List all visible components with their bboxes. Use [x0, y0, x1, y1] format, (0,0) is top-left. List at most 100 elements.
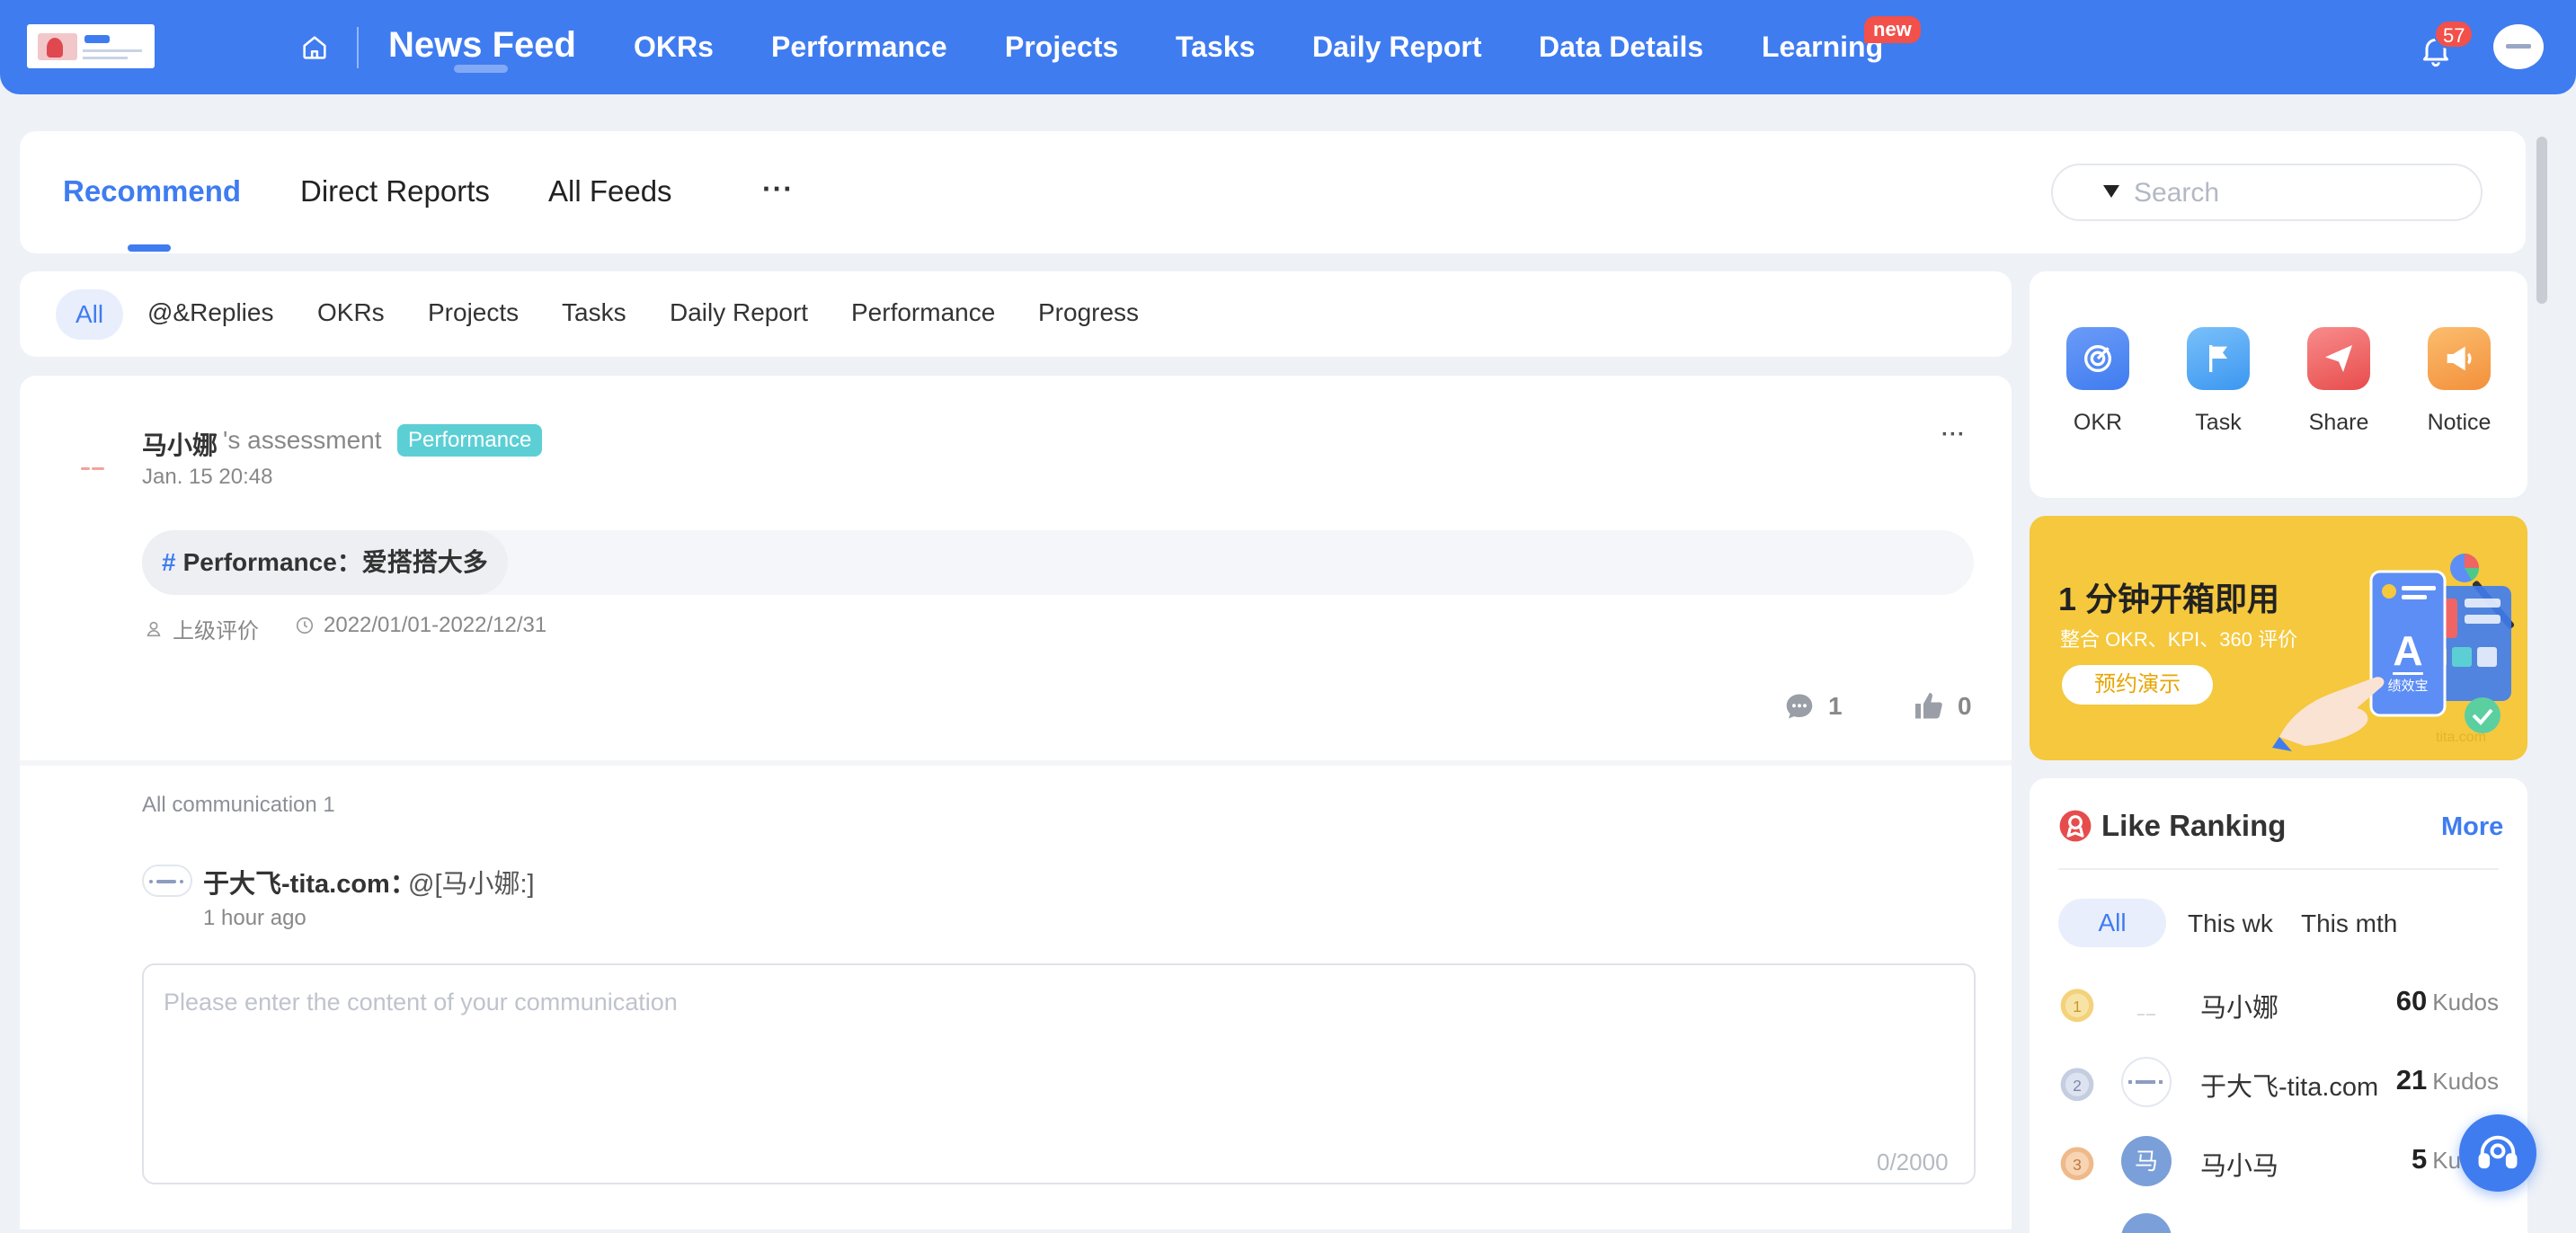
ranking-score: 60 Kudos — [2395, 985, 2499, 1016]
paper-plane-icon — [2307, 327, 2370, 390]
quick-action-label: Notice — [2427, 410, 2492, 435]
filter-replies[interactable]: @&Replies — [147, 298, 273, 327]
search-box[interactable] — [2051, 164, 2483, 221]
promo-banner[interactable]: 1 分钟开箱即用 整合 OKR、KPI、360 评价 预约演示 A 绩效宝 ti… — [2030, 516, 2527, 760]
ranking-row[interactable]: 1 马小娜 60 Kudos — [2058, 974, 2499, 1028]
comment-author[interactable]: 于大飞-tita.com： — [203, 863, 416, 900]
filter-performance[interactable]: Performance — [851, 298, 995, 327]
communication-input[interactable] — [142, 963, 1976, 1184]
customer-support-button[interactable] — [2459, 1114, 2536, 1192]
target-icon — [2066, 327, 2129, 390]
svg-text:2: 2 — [2073, 1077, 2082, 1095]
flag-icon — [2187, 327, 2250, 390]
communication-count: All communication 1 — [142, 793, 335, 817]
svg-text:1: 1 — [2073, 998, 2082, 1016]
nav-okrs[interactable]: OKRs — [634, 27, 714, 67]
clock-icon — [296, 616, 314, 634]
quick-action-label: Share — [2308, 410, 2369, 435]
promo-brand: tita.com — [2436, 730, 2486, 745]
notification-count-badge: 57 — [2434, 20, 2474, 49]
ranking-name: 马小娜 — [2200, 994, 2279, 1023]
quick-action-notice[interactable]: Notice — [2414, 327, 2504, 436]
user-avatar[interactable] — [2493, 24, 2544, 69]
ranking-title: Like Ranking — [2101, 809, 2287, 842]
like-ranking-panel: Like Ranking More All This wk This mth 1… — [2030, 778, 2527, 1233]
post-more-button[interactable]: ··· — [1941, 422, 1966, 448]
home-icon[interactable] — [299, 32, 330, 63]
nav-news-feed[interactable]: News Feed — [388, 25, 576, 65]
post-reviewer: 上级评价 — [144, 613, 259, 644]
search-input[interactable] — [2134, 176, 2457, 210]
post-category-tag: Performance — [397, 424, 543, 457]
ranking-avatar — [2121, 978, 2172, 1028]
like-stat[interactable]: 0 — [1913, 690, 1972, 723]
post-topic-chip[interactable]: # Performance：爱搭搭大多 — [142, 530, 508, 595]
reviewer-icon — [147, 621, 161, 636]
feed-tabs-panel: Recommend Direct Reports All Feeds ··· — [20, 131, 2526, 253]
comment-icon — [1786, 694, 1813, 719]
top-nav-bar: News Feed OKRs Performance Projects Task… — [0, 0, 2576, 94]
post-author-avatar[interactable] — [79, 466, 106, 473]
like-count: 0 — [1958, 692, 1972, 720]
svg-text:A: A — [2393, 627, 2422, 674]
bronze-medal-icon: 3 — [2060, 1147, 2094, 1181]
ranking-tab-this-month[interactable]: This mth — [2301, 909, 2397, 938]
megaphone-icon — [2428, 327, 2491, 390]
quick-action-label: Task — [2195, 410, 2242, 435]
nav-tasks[interactable]: Tasks — [1176, 27, 1255, 67]
filter-all[interactable]: All — [56, 289, 124, 340]
tab-all-feeds[interactable]: All Feeds — [548, 174, 672, 208]
tab-active-indicator — [128, 244, 171, 252]
commenter-avatar[interactable] — [142, 865, 192, 897]
comment-count: 1 — [1828, 692, 1843, 720]
promo-title: 1 分钟开箱即用 — [2058, 581, 2280, 617]
ranking-tab-all[interactable]: All — [2058, 899, 2166, 947]
filter-daily-report[interactable]: Daily Report — [670, 298, 808, 327]
book-demo-button[interactable]: 预约演示 — [2062, 665, 2213, 705]
filter-tasks[interactable]: Tasks — [562, 298, 626, 327]
post-period-label: 2022/01/01-2022/12/31 — [324, 613, 547, 637]
filter-okrs[interactable]: OKRs — [317, 298, 385, 327]
filter-projects[interactable]: Projects — [428, 298, 519, 327]
post-author-suffix: 's assessment — [223, 426, 382, 454]
feed-filter-bar: All @&Replies OKRs Projects Tasks Daily … — [20, 271, 2012, 357]
post-topic-text: Performance：爱搭搭大多 — [182, 548, 488, 576]
search-scope-dropdown-icon[interactable] — [2103, 185, 2119, 198]
nav-performance[interactable]: Performance — [771, 27, 947, 67]
hash-icon: # — [162, 548, 176, 576]
tab-direct-reports[interactable]: Direct Reports — [300, 174, 490, 208]
quick-action-task[interactable]: Task — [2173, 327, 2263, 436]
nav-daily-report[interactable]: Daily Report — [1312, 27, 1481, 67]
nav-data-details[interactable]: Data Details — [1539, 27, 1703, 67]
promo-art-label: 绩效宝 — [2387, 678, 2428, 694]
post-body: 马小娜 's assessment Performance Jan. 15 20… — [20, 376, 2012, 760]
post-topic-bar: # Performance：爱搭搭大多 — [142, 530, 1974, 595]
post-period: 2022/01/01-2022/12/31 — [295, 613, 546, 638]
quick-action-share[interactable]: Share — [2294, 327, 2384, 436]
ranking-tab-this-week[interactable]: This wk — [2188, 909, 2273, 938]
ranking-row[interactable]: 3 马 马小马 5Kudos — [2058, 1132, 2499, 1186]
nav-projects[interactable]: Projects — [1005, 27, 1118, 67]
tabs-more-button[interactable]: ··· — [762, 173, 794, 206]
post-author-name[interactable]: 马小娜 — [142, 426, 218, 462]
ranking-name: 马小马 — [2200, 1152, 2279, 1181]
ranking-more-link[interactable]: More — [2441, 812, 2503, 842]
silver-medal-icon: 2 — [2060, 1068, 2094, 1102]
headset-icon — [2478, 1135, 2518, 1169]
tab-recommend[interactable]: Recommend — [63, 174, 241, 208]
comment-stat[interactable]: 1 — [1783, 690, 1843, 723]
new-badge: new — [1864, 16, 1921, 43]
quick-actions-panel: OKR Task Share Notice — [2030, 271, 2527, 498]
ranking-row[interactable]: 2 于大飞-tita.com 21 Kudos — [2058, 1053, 2499, 1107]
brand-logo[interactable] — [27, 24, 155, 68]
svg-text:3: 3 — [2073, 1156, 2082, 1174]
filter-progress[interactable]: Progress — [1038, 298, 1139, 327]
quick-action-okr[interactable]: OKR — [2053, 327, 2143, 436]
quick-action-label: OKR — [2073, 410, 2123, 435]
page-scrollbar-thumb[interactable] — [2536, 137, 2547, 304]
nav-divider — [357, 27, 359, 68]
nav-active-indicator — [454, 65, 508, 73]
ranking-avatar-partial — [2121, 1213, 2172, 1233]
ranking-divider — [2058, 868, 2499, 870]
thumbs-up-icon — [1915, 693, 1942, 719]
